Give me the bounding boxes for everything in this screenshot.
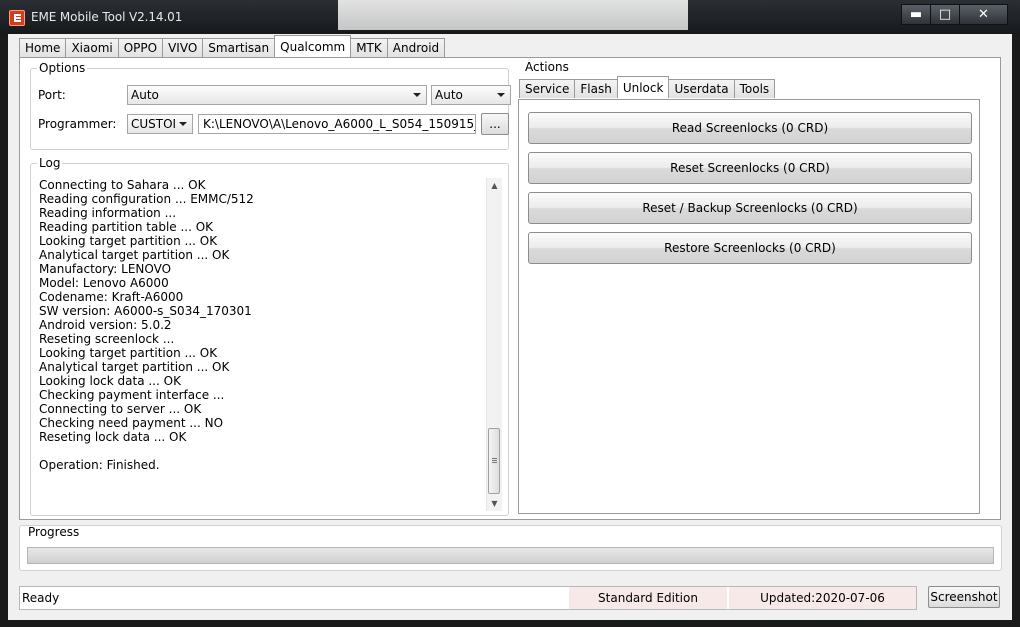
tab-userdata[interactable]: Userdata (668, 79, 735, 98)
log-line: Looking target partition ... OK (39, 346, 218, 360)
log-line: Reading information ... (39, 206, 177, 220)
read-screenlocks-button[interactable]: Read Screenlocks (0 CRD) (528, 112, 972, 144)
tab-oppo[interactable]: OPPO (117, 38, 164, 57)
log-line: Manufactory: LENOVO (39, 262, 172, 276)
unlock-tab-panel: Read Screenlocks (0 CRD) Reset Screenlock… (518, 99, 980, 514)
programmer-label: Programmer: (38, 117, 117, 131)
log-title: Log (37, 156, 63, 170)
scroll-up-icon[interactable]: ▲ (487, 178, 502, 193)
log-line: Connecting to Sahara ... OK (39, 178, 206, 192)
log-output: Connecting to Sahara ... OK Reading confi… (39, 178, 494, 472)
scroll-thumb[interactable] (488, 428, 500, 494)
log-line: Model: Lenovo A6000 (39, 276, 169, 290)
log-scrollbar[interactable]: ▲ ▼ (486, 178, 502, 511)
log-line: Reading partition table ... OK (39, 220, 214, 234)
log-line: Looking target partition ... OK (39, 234, 218, 248)
log-line: Android version: 5.0.2 (39, 318, 172, 332)
title-bar: EME Mobile Tool V2.14.01 ▬ □ ✕ (0, 0, 1020, 34)
actions-tab-strip: Service Flash Unlock Userdata Tools (519, 76, 776, 98)
log-line: Analytical target partition ... OK (39, 248, 230, 262)
screenshot-button[interactable]: Screenshot (928, 586, 1000, 608)
actions-title: Actions (523, 60, 571, 74)
close-button[interactable]: ✕ (959, 4, 1008, 25)
programmer-type-value: CUSTOM (131, 117, 175, 131)
progress-bar (27, 547, 994, 564)
tab-smartisan[interactable]: Smartisan (202, 38, 276, 57)
reset-backup-screenlocks-button[interactable]: Reset / Backup Screenlocks (0 CRD) (528, 192, 972, 224)
log-line: Operation: Finished. (39, 458, 160, 472)
log-group: Log Connecting to Sahara ... OK Reading c… (30, 156, 509, 516)
log-line: Checking need payment ... NO (39, 416, 224, 430)
tab-tools[interactable]: Tools (733, 79, 776, 98)
updated-label: Updated:2020-07-06 (729, 587, 916, 609)
tab-service[interactable]: Service (519, 79, 576, 98)
options-title: Options (37, 61, 88, 75)
tab-unlock[interactable]: Unlock (616, 76, 670, 98)
options-group: Options Port: Auto Auto Programmer: CUST… (30, 61, 511, 150)
port-mode-select[interactable]: Auto (431, 85, 511, 105)
edition-label: Standard Edition (569, 587, 727, 609)
app-logo-icon (9, 10, 25, 26)
scroll-down-icon[interactable]: ▼ (487, 496, 502, 511)
port-select-value: Auto (131, 88, 159, 102)
tab-mtk[interactable]: MTK (350, 38, 388, 57)
programmer-path-input[interactable]: K:\LENOVO\A\Lenovo_A6000_L_S054_150915_8 (198, 114, 476, 134)
log-line: Checking payment interface ... (39, 388, 225, 402)
port-label: Port: (38, 88, 66, 102)
top-tab-strip: Home Xiaomi OPPO VIVO Smartisan Qualcomm MTK An… (19, 35, 446, 57)
tab-home[interactable]: Home (19, 38, 67, 57)
status-text: Ready (22, 591, 60, 605)
tab-qualcomm[interactable]: Qualcomm (274, 35, 352, 57)
chevron-down-icon (413, 93, 421, 97)
tab-vivo[interactable]: VIVO (162, 38, 204, 57)
reset-screenlocks-button[interactable]: Reset Screenlocks (0 CRD) (528, 152, 972, 184)
progress-group: Progress (19, 525, 1002, 571)
qualcomm-tab-panel: Options Port: Auto Auto Programmer: CUST… (19, 57, 1001, 520)
maximize-button[interactable]: □ (930, 4, 960, 25)
status-bar: Ready Standard Edition Updated:2020-07-0… (19, 586, 917, 610)
tab-xiaomi[interactable]: Xiaomi (65, 38, 119, 57)
log-line: Codename: Kraft-A6000 (39, 290, 184, 304)
port-mode-value: Auto (435, 88, 463, 102)
tab-flash[interactable]: Flash (574, 79, 618, 98)
restore-screenlocks-button[interactable]: Restore Screenlocks (0 CRD) (528, 232, 972, 264)
log-line: Reseting lock data ... OK (39, 430, 187, 444)
chevron-down-icon (179, 122, 187, 126)
background-window-strip (338, 0, 688, 30)
log-line: Reseting screenlock ... (39, 332, 175, 346)
port-select[interactable]: Auto (127, 85, 427, 105)
minimize-button[interactable]: ▬ (901, 4, 931, 25)
main-window: Home Xiaomi OPPO VIVO Smartisan Qualcomm MTK An… (8, 34, 1012, 620)
window-title: EME Mobile Tool V2.14.01 (31, 10, 183, 24)
log-line: SW version: A6000-s_S034_170301 (39, 304, 252, 318)
log-line: Looking lock data ... OK (39, 374, 181, 388)
programmer-type-select[interactable]: CUSTOM (127, 114, 193, 134)
actions-group: Actions Service Flash Unlock Userdata Tools … (517, 60, 994, 514)
browse-programmer-button[interactable]: ... (481, 113, 509, 135)
log-line: Reading configuration ... EMMC/512 (39, 192, 254, 206)
tab-android[interactable]: Android (386, 38, 446, 57)
log-line: Connecting to server ... OK (39, 402, 202, 416)
progress-title: Progress (28, 525, 80, 539)
chevron-down-icon (497, 93, 505, 97)
log-line: Analytical target partition ... OK (39, 360, 230, 374)
